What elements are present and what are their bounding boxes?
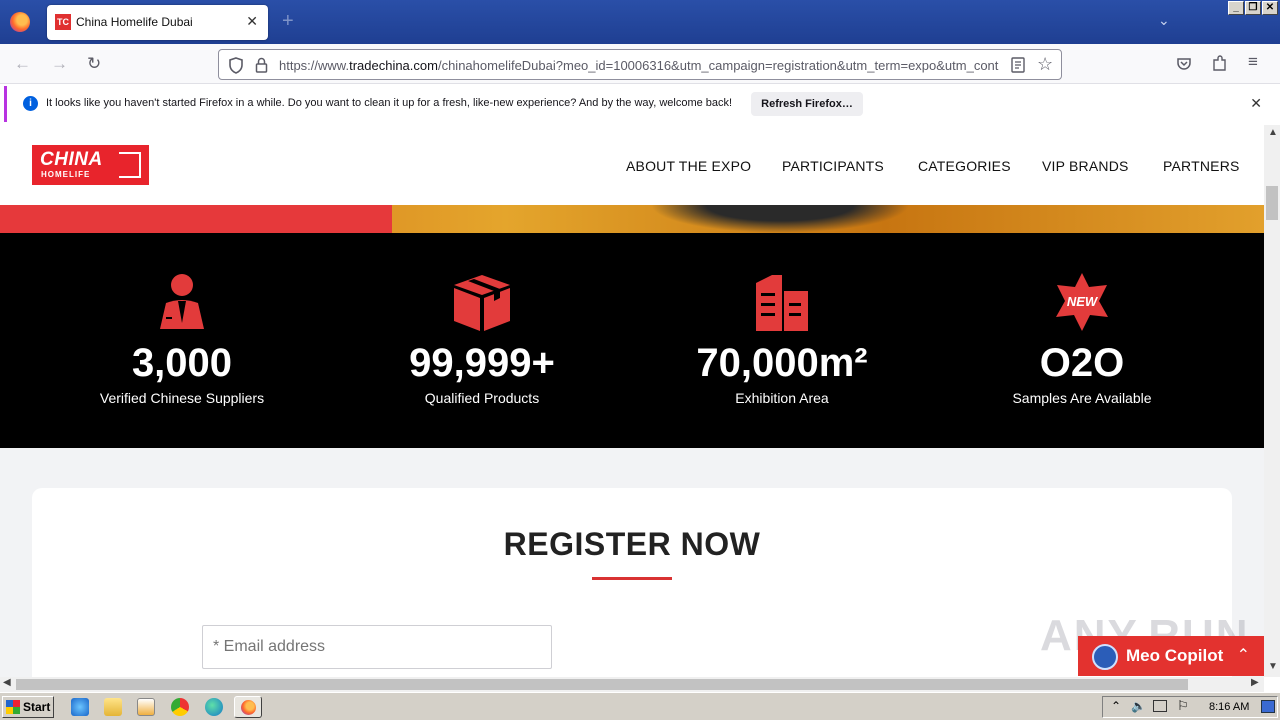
action-center-flag-icon[interactable]: ⚐	[1177, 698, 1189, 714]
stat-value: 3,000	[131, 341, 233, 385]
stat-value: 70,000m²	[696, 341, 868, 385]
chevron-up-icon: ⌃	[1236, 647, 1250, 664]
nav-about-the-expo[interactable]: ABOUT THE EXPO	[626, 158, 751, 174]
browser-tab-active[interactable]: TC China Homelife Dubai ✕	[47, 5, 268, 40]
email-field[interactable]	[202, 625, 552, 669]
lock-icon[interactable]	[255, 57, 268, 73]
close-window-button[interactable]: ✕	[1262, 1, 1278, 15]
tracking-shield-icon[interactable]	[228, 57, 244, 74]
stat-label: Exhibition Area	[735, 390, 829, 406]
nav-partners[interactable]: PARTNERS	[1163, 158, 1240, 174]
media-player-icon[interactable]	[137, 698, 155, 716]
restore-window-button[interactable]: ❐	[1245, 1, 1261, 15]
new-tab-button[interactable]: +	[282, 10, 294, 33]
show-desktop-icon[interactable]	[1261, 700, 1275, 713]
taskbar-firefox-button[interactable]	[234, 696, 262, 718]
volume-icon[interactable]: 🔈	[1131, 699, 1146, 713]
tradechina-favicon-icon: TC	[55, 14, 71, 30]
logo-china-text: CHINA	[40, 149, 103, 170]
reload-icon[interactable]: ↻	[87, 54, 101, 74]
robot-avatar-icon	[1092, 644, 1118, 670]
windows-logo-icon	[6, 700, 20, 714]
copilot-label: Meo Copilot	[1126, 646, 1224, 665]
site-header: CHINA HOMELIFE ABOUT THE EXPO PARTICIPAN…	[0, 125, 1264, 205]
stats-section: 3,000 Verified Chinese Suppliers 99,999+…	[0, 233, 1264, 448]
nav-categories[interactable]: CATEGORIES	[918, 158, 1011, 174]
start-button[interactable]: Start	[2, 696, 54, 718]
address-bar[interactable]: https://www.tradechina.com/chinahomelife…	[218, 49, 1062, 80]
list-all-tabs-icon[interactable]: ⌄	[1158, 12, 1170, 29]
hero-image-shadow	[650, 205, 910, 233]
hero-red-panel	[0, 205, 392, 233]
stat-label: Verified Chinese Suppliers	[99, 390, 265, 406]
back-arrow-icon[interactable]: ←	[14, 54, 31, 74]
logo-homelife-text: HOMELIFE	[41, 170, 91, 179]
new-badge-icon: NEW	[1056, 273, 1108, 331]
minimize-window-button[interactable]: _	[1228, 1, 1244, 15]
scroll-down-arrow-icon[interactable]: ▼	[1268, 661, 1278, 672]
start-label: Start	[23, 700, 51, 714]
internet-explorer-icon[interactable]	[71, 698, 89, 716]
stat-suppliers: 3,000 Verified Chinese Suppliers	[32, 233, 332, 448]
logo-gate-icon	[119, 152, 141, 178]
show-hidden-icons-icon[interactable]: ⌃	[1111, 699, 1121, 713]
horizontal-scrollbar[interactable]: ◀ ▶	[0, 677, 1264, 692]
url-text[interactable]: https://www.tradechina.com/chinahomelife…	[279, 58, 1001, 73]
vertical-scroll-thumb[interactable]	[1266, 186, 1278, 220]
browser-navigation-bar: ← → ↻ https://www.tradechina.com/chinaho…	[0, 44, 1280, 84]
firefox-icon	[241, 700, 256, 715]
stat-label: Samples Are Available	[1012, 390, 1152, 406]
stat-o2o: NEW O2O Samples Are Available	[932, 233, 1232, 448]
clock[interactable]: 8:16 AM	[1209, 701, 1249, 713]
bookmark-star-icon[interactable]: ☆	[1037, 54, 1053, 75]
reader-view-icon[interactable]	[1011, 57, 1025, 73]
supplier-person-icon	[160, 274, 204, 329]
app-menu-icon[interactable]: ≡	[1248, 52, 1258, 72]
notification-text: It looks like you haven't started Firefo…	[46, 97, 733, 109]
chrome-icon[interactable]	[171, 698, 189, 716]
notification-bar: i It looks like you haven't started Fire…	[4, 86, 1276, 122]
vertical-scrollbar[interactable]: ▲ ▼	[1264, 125, 1280, 677]
tab-close-icon[interactable]: ✕	[246, 13, 258, 30]
stat-exhibition-area: 70,000m² Exhibition Area	[632, 233, 932, 448]
tab-title: China Homelife Dubai	[76, 15, 193, 29]
scroll-left-arrow-icon[interactable]: ◀	[3, 677, 11, 688]
page-viewport: CHINA HOMELIFE ABOUT THE EXPO PARTICIPAN…	[0, 125, 1264, 677]
stat-products: 99,999+ Qualified Products	[332, 233, 632, 448]
product-box-icon	[454, 275, 510, 331]
register-title: REGISTER NOW	[503, 526, 761, 562]
scroll-right-arrow-icon[interactable]: ▶	[1251, 677, 1259, 688]
info-icon: i	[23, 96, 38, 111]
stat-value: O2O	[1039, 341, 1125, 385]
extensions-puzzle-icon[interactable]	[1212, 55, 1228, 72]
nav-participants[interactable]: PARTICIPANTS	[782, 158, 884, 174]
edge-icon[interactable]	[205, 698, 223, 716]
firefox-icon[interactable]	[10, 12, 30, 32]
stat-value: 99,999+	[409, 341, 555, 385]
china-homelife-logo[interactable]: CHINA HOMELIFE	[32, 145, 149, 185]
title-underline	[592, 577, 672, 580]
new-badge-text: NEW	[1067, 294, 1099, 309]
file-explorer-icon[interactable]	[104, 698, 122, 716]
meo-copilot-button[interactable]: Meo Copilot ⌃	[1078, 636, 1264, 676]
browser-tab-bar: TC China Homelife Dubai ✕ + ⌄ _ ❐ ✕	[0, 0, 1280, 44]
nav-vip-brands[interactable]: VIP BRANDS	[1042, 158, 1129, 174]
system-tray: ⌃ 🔈 ⚐ 8:16 AM	[1102, 696, 1278, 718]
horizontal-scroll-thumb[interactable]	[16, 679, 1188, 690]
forward-arrow-icon[interactable]: →	[51, 54, 68, 74]
windows-taskbar: Start ⌃ 🔈 ⚐ 8:16 AM	[0, 692, 1280, 720]
notification-close-icon[interactable]: ✕	[1250, 95, 1262, 112]
scroll-up-arrow-icon[interactable]: ▲	[1268, 127, 1278, 138]
building-icon	[756, 275, 808, 331]
stat-label: Qualified Products	[424, 390, 540, 406]
refresh-firefox-button[interactable]: Refresh Firefox…	[751, 92, 863, 116]
network-icon[interactable]	[1153, 700, 1167, 712]
pocket-icon[interactable]	[1176, 56, 1192, 72]
